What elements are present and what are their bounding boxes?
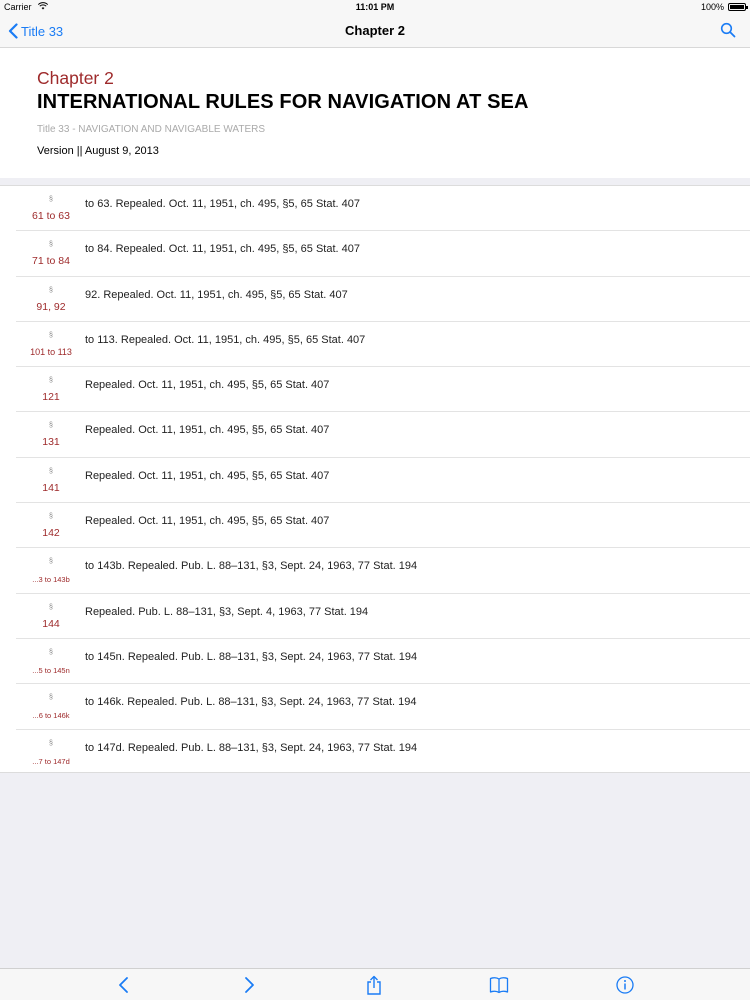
navigation-bar: Title 33 Chapter 2: [0, 14, 750, 48]
section-description: to 113. Repealed. Oct. 11, 1951, ch. 495…: [85, 333, 366, 346]
section-symbol: §: [49, 331, 53, 339]
section-row[interactable]: § ...7 to 147d to 147d. Repealed. Pub. L…: [0, 730, 750, 775]
section-symbol: §: [49, 694, 53, 702]
section-description: to 63. Repealed. Oct. 11, 1951, ch. 495,…: [85, 198, 360, 210]
version-info: Version || August 9, 2013: [37, 145, 159, 157]
section-description: Repealed. Oct. 11, 1951, ch. 495, §5, 65…: [85, 515, 330, 528]
chapter-header: Chapter 2 INTERNATIONAL RULES FOR NAVIGA…: [0, 48, 750, 178]
section-number: ...5 to 145n: [32, 665, 70, 675]
section-description: Repealed. Pub. L. 88–131, §3, Sept. 4, 1…: [85, 605, 369, 618]
search-icon[interactable]: [720, 22, 736, 38]
section-row[interactable]: § 121 Repealed. Oct. 11, 1951, ch. 495, …: [0, 367, 750, 413]
section-description: to 84. Repealed. Oct. 11, 1951, ch. 495,…: [85, 243, 360, 256]
section-symbol: §: [49, 286, 53, 294]
share-icon[interactable]: [364, 975, 384, 995]
chapter-title: INTERNATIONAL RULES FOR NAVIGATION AT SE…: [37, 91, 529, 113]
section-symbol: §: [49, 648, 53, 656]
section-row[interactable]: § ...3 to 143b to 143b. Repealed. Pub. L…: [0, 548, 750, 594]
section-row[interactable]: § 141 Repealed. Oct. 11, 1951, ch. 495, …: [0, 458, 750, 504]
section-number: 91, 92: [36, 300, 66, 313]
bottom-toolbar: [0, 968, 750, 1000]
section-description: Repealed. Oct. 11, 1951, ch. 495, §5, 65…: [85, 469, 330, 482]
section-symbol: §: [49, 739, 53, 747]
section-row[interactable]: § ...6 to 146k to 146k. Repealed. Pub. L…: [0, 684, 750, 730]
battery-percentage: 100%: [700, 2, 724, 12]
section-symbol: §: [49, 467, 53, 475]
section-description: Repealed. Oct. 11, 1951, ch. 495, §5, 65…: [85, 424, 330, 437]
section-description: 92. Repealed. Oct. 11, 1951, ch. 495, §5…: [85, 288, 348, 301]
status-bar: Carrier 11:01 PM 100%: [0, 0, 750, 14]
section-number: 101 to 113: [30, 346, 72, 357]
section-row[interactable]: § ...5 to 145n to 145n. Repealed. Pub. L…: [0, 639, 750, 685]
section-symbol: §: [49, 241, 53, 249]
section-description: to 143b. Repealed. Pub. L. 88–131, §3, S…: [85, 560, 418, 573]
section-symbol: §: [49, 558, 53, 566]
book-icon[interactable]: [489, 975, 509, 995]
section-number: 142: [42, 527, 60, 540]
section-number: ...6 to 146k: [32, 711, 70, 721]
section-row[interactable]: § 101 to 113 to 113. Repealed. Oct. 11, …: [0, 322, 750, 368]
title-reference: Title 33 - NAVIGATION AND NAVIGABLE WATE…: [37, 124, 266, 135]
section-symbol: §: [49, 196, 53, 203]
section-row[interactable]: § 61 to 63 to 63. Repealed. Oct. 11, 195…: [0, 186, 750, 232]
section-number: ...3 to 143b: [32, 575, 70, 585]
section-number: 71 to 84: [32, 255, 70, 268]
battery-icon: [728, 3, 748, 11]
section-description: to 146k. Repealed. Pub. L. 88–131, §3, S…: [85, 696, 417, 709]
section-number: 131: [42, 436, 60, 449]
section-row[interactable]: § 144 Repealed. Pub. L. 88–131, §3, Sept…: [0, 594, 750, 640]
section-number: 121: [42, 391, 60, 404]
section-description: to 147d. Repealed. Pub. L. 88–131, §3, S…: [85, 741, 418, 754]
section-symbol: §: [49, 422, 53, 430]
section-symbol: §: [49, 603, 53, 611]
chapter-label: Chapter 2: [37, 68, 114, 88]
section-number: 141: [42, 481, 60, 494]
section-row[interactable]: § 142 Repealed. Oct. 11, 1951, ch. 495, …: [0, 503, 750, 549]
section-row[interactable]: § 131 Repealed. Oct. 11, 1951, ch. 495, …: [0, 412, 750, 459]
section-row[interactable]: § 71 to 84 to 84. Repealed. Oct. 11, 195…: [0, 231, 750, 277]
section-row[interactable]: § 91, 92 92. Repealed. Oct. 11, 1951, ch…: [0, 277, 750, 323]
section-description: to 145n. Repealed. Pub. L. 88–131, §3, S…: [85, 650, 418, 663]
section-list: § 61 to 63 to 63. Repealed. Oct. 11, 195…: [0, 185, 750, 773]
section-symbol: §: [49, 377, 53, 385]
section-symbol: §: [49, 513, 53, 521]
nav-title: Chapter 2: [345, 23, 405, 38]
chevron-left-icon[interactable]: [114, 975, 134, 995]
info-icon[interactable]: [615, 975, 635, 995]
section-description: Repealed. Oct. 11, 1951, ch. 495, §5, 65…: [85, 379, 330, 392]
clock: 11:01 PM: [355, 2, 395, 12]
section-number: ...7 to 147d: [32, 756, 70, 766]
section-number: 61 to 63: [32, 210, 70, 222]
section-number: 144: [42, 617, 60, 630]
chevron-right-icon[interactable]: [239, 975, 259, 995]
